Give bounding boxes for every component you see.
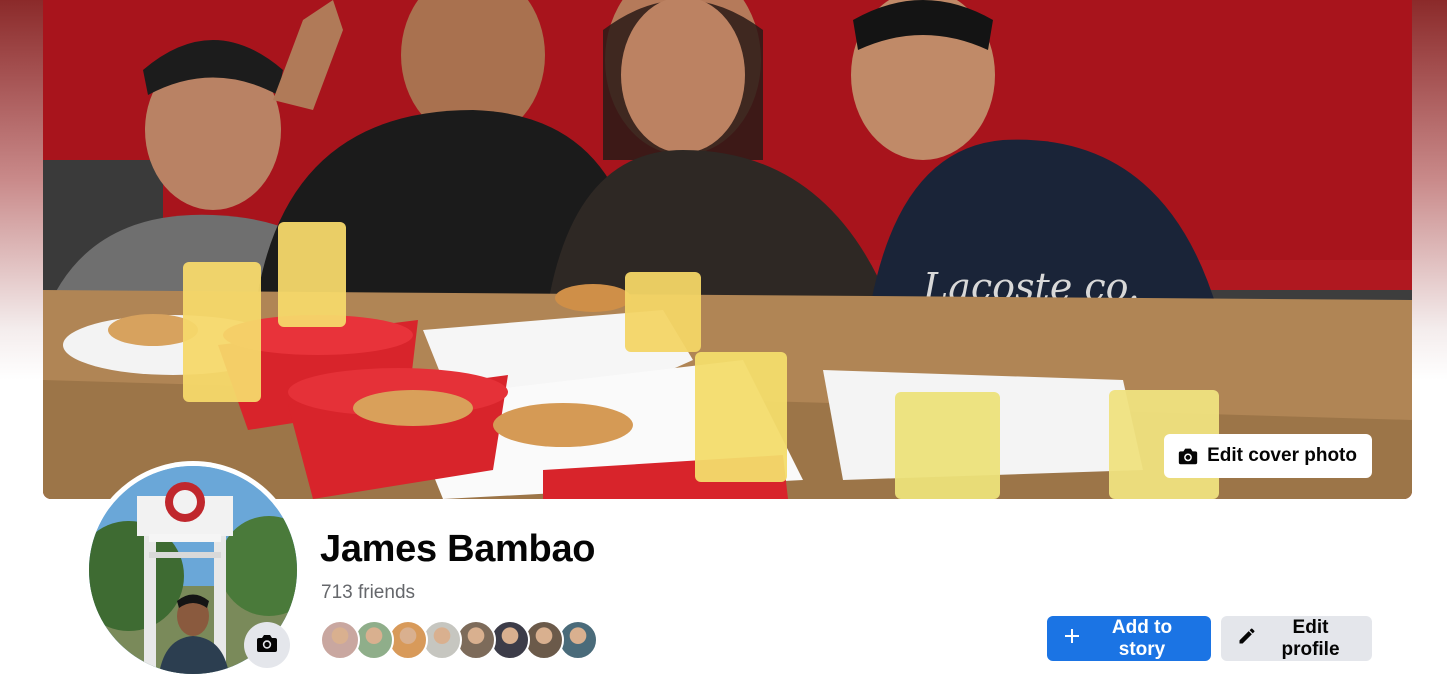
profile-name: James Bambao [320,528,596,570]
update-profile-picture-button[interactable] [244,622,290,668]
edit-cover-photo-button[interactable]: Edit cover photo [1164,434,1372,478]
friend-avatars-row [320,620,598,660]
camera-icon [1177,445,1199,467]
plus-icon [1063,627,1081,651]
edit-profile-button[interactable]: Edit profile [1221,616,1372,661]
cover-photo-image: Lacoste co. [43,0,1412,499]
friend-avatar[interactable] [354,620,394,660]
friend-avatar[interactable] [456,620,496,660]
friend-avatar[interactable] [388,620,428,660]
friend-avatar[interactable] [490,620,530,660]
add-to-story-button[interactable]: Add to story [1047,616,1211,661]
friends-count-link[interactable]: 713 friends [321,582,415,604]
friend-avatar[interactable] [320,620,360,660]
add-to-story-label: Add to story [1111,616,1173,660]
friend-avatar[interactable] [524,620,564,660]
friend-avatar[interactable] [558,620,598,660]
friend-avatar[interactable] [422,620,462,660]
camera-icon [255,631,279,660]
cover-photo[interactable]: Lacoste co. Edit cover photo [43,0,1412,499]
edit-cover-photo-label: Edit cover photo [1207,445,1357,466]
pencil-icon [1237,626,1257,652]
edit-profile-label: Edit profile [1281,616,1340,660]
